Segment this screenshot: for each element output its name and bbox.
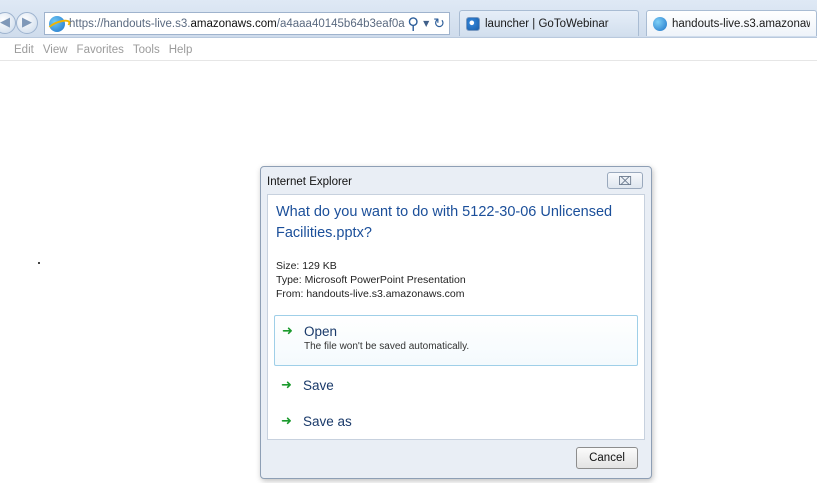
menu-edit[interactable]: Edit — [14, 44, 34, 56]
green-arrow-icon: ➜ — [281, 378, 292, 393]
address-bar[interactable]: https://handouts-live.s3.amazonaws.com/a… — [44, 12, 450, 35]
file-details: Size: 129 KB Type: Microsoft PowerPoint … — [276, 259, 466, 301]
download-question: What do you want to do with 5122-30-06 U… — [276, 204, 613, 241]
menu-tools[interactable]: Tools — [133, 44, 160, 56]
tab-label: launcher | GoToWebinar — [485, 17, 609, 30]
save-as-option[interactable]: ➜ Save as — [274, 406, 638, 436]
close-button[interactable]: ⌧ — [607, 172, 643, 189]
tab-label: handouts-live.s3.amazonaw... — [672, 17, 810, 30]
stray-dot — [38, 262, 40, 264]
gotowebinar-favicon-icon — [466, 16, 480, 31]
file-type: Type: Microsoft PowerPoint Presentation — [276, 274, 466, 286]
dialog-body: What do you want to do with 5122-30-06 U… — [267, 194, 645, 440]
save-as-label: Save as — [303, 414, 352, 429]
forward-arrow-icon: ▶ — [22, 15, 32, 30]
chevron-down-icon[interactable]: ▼ — [423, 19, 429, 28]
url-domain: amazonaws.com — [190, 17, 277, 30]
open-description: The file won't be saved automatically. — [304, 341, 470, 352]
open-option[interactable]: ➜ Open The file won't be saved automatic… — [274, 315, 638, 366]
back-arrow-icon: ◀ — [0, 15, 10, 30]
menu-favorites[interactable]: Favorites — [77, 44, 124, 56]
address-url[interactable]: https://handouts-live.s3.amazonaws.com/a… — [69, 18, 407, 30]
tab-handouts[interactable]: handouts-live.s3.amazonaw... — [646, 10, 817, 36]
download-dialog: Internet Explorer ⌧ What do you want to … — [260, 166, 652, 479]
ie-logo-icon — [49, 15, 65, 32]
green-arrow-icon: ➜ — [282, 324, 293, 339]
forward-button[interactable]: ▶ — [16, 12, 38, 34]
save-option[interactable]: ➜ Save — [274, 370, 638, 400]
save-label: Save — [303, 378, 334, 393]
file-source: From: handouts-live.s3.amazonaws.com — [276, 288, 465, 300]
green-arrow-icon: ➜ — [281, 414, 292, 429]
cancel-button[interactable]: Cancel — [576, 447, 638, 469]
back-button[interactable]: ◀ — [0, 12, 16, 34]
url-suffix: /a4aaa40145b64b3eaf0a — [276, 17, 405, 30]
close-icon: ⌧ — [618, 173, 632, 188]
refresh-icon[interactable]: ↻ — [433, 16, 445, 32]
menu-bar: Edit View Favorites Tools Help — [0, 39, 817, 61]
dialog-title: Internet Explorer — [267, 176, 353, 188]
search-icon[interactable]: ⚲ — [407, 14, 419, 33]
ie-page-icon — [653, 16, 667, 31]
url-prefix: https://handouts-live.s3. — [69, 17, 191, 30]
menu-view[interactable]: View — [43, 44, 68, 56]
tab-gotowebinar[interactable]: launcher | GoToWebinar — [459, 10, 639, 36]
menu-help[interactable]: Help — [169, 44, 193, 56]
open-label: Open — [304, 324, 338, 339]
browser-toolbar: ◀ ▶ https://handouts-live.s3.amazonaws.c… — [0, 0, 817, 38]
file-size: Size: 129 KB — [276, 260, 337, 272]
